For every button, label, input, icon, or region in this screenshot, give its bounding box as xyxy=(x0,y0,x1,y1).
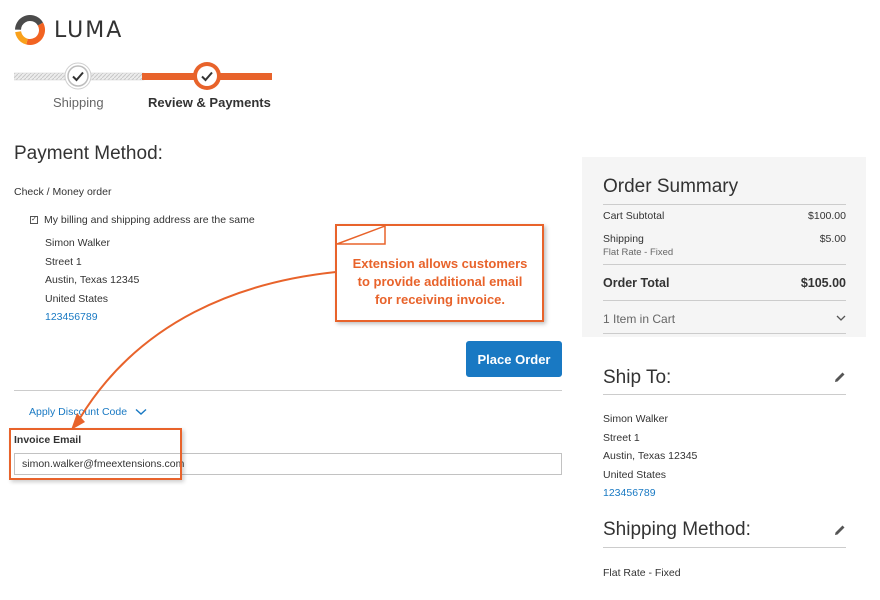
ship-to-country: United States xyxy=(603,468,667,481)
ship-to-title: Ship To: xyxy=(603,367,672,388)
callout-text: Extension allows customers to provide ad… xyxy=(340,255,540,309)
ship-to-name: Simon Walker xyxy=(603,413,668,425)
subtotal-value: $100.00 xyxy=(808,210,846,222)
shipping-label: Shipping xyxy=(603,233,644,245)
summary-divider-top xyxy=(603,204,846,205)
pencil-icon xyxy=(835,525,845,535)
ship-to-divider xyxy=(603,394,846,395)
edit-shipping-method-button[interactable] xyxy=(833,523,847,537)
order-summary-title: Order Summary xyxy=(603,176,739,197)
callout-fold xyxy=(336,224,386,245)
shipping-value: $5.00 xyxy=(819,233,846,245)
shipping-method-note: Flat Rate - Fixed xyxy=(603,247,674,258)
ship-to-address: Simon Walker Street 1 Austin, Texas 1234… xyxy=(603,410,697,503)
chevron-down-icon xyxy=(836,315,846,321)
ship-to-street: Street 1 xyxy=(603,431,640,444)
order-total-label: Order Total xyxy=(603,276,670,290)
callout-line-2: to provide additional email xyxy=(357,274,523,289)
shipping-method-title: Shipping Method: xyxy=(603,519,751,540)
summary-divider-bottom xyxy=(603,300,846,301)
edit-ship-to-button[interactable] xyxy=(833,370,847,384)
callout-line-1: Extension allows customers xyxy=(352,256,528,271)
subtotal-label: Cart Subtotal xyxy=(603,210,665,222)
items-in-cart-label: 1 Item in Cart xyxy=(603,312,676,326)
summary-divider-mid xyxy=(603,264,846,265)
ship-to-city: Austin, Texas 12345 xyxy=(603,450,698,462)
ship-to-phone-link[interactable]: 123456789 xyxy=(603,484,697,503)
callout-line-3: for receiving invoice. xyxy=(374,292,506,307)
pencil-icon xyxy=(835,372,845,382)
items-in-cart-toggle[interactable]: 1 Item in Cart xyxy=(603,310,846,328)
order-total-value: $105.00 xyxy=(800,276,846,290)
items-divider xyxy=(603,333,846,334)
shipping-method-value: Flat Rate - Fixed xyxy=(603,567,681,579)
shipping-method-divider xyxy=(603,547,846,548)
